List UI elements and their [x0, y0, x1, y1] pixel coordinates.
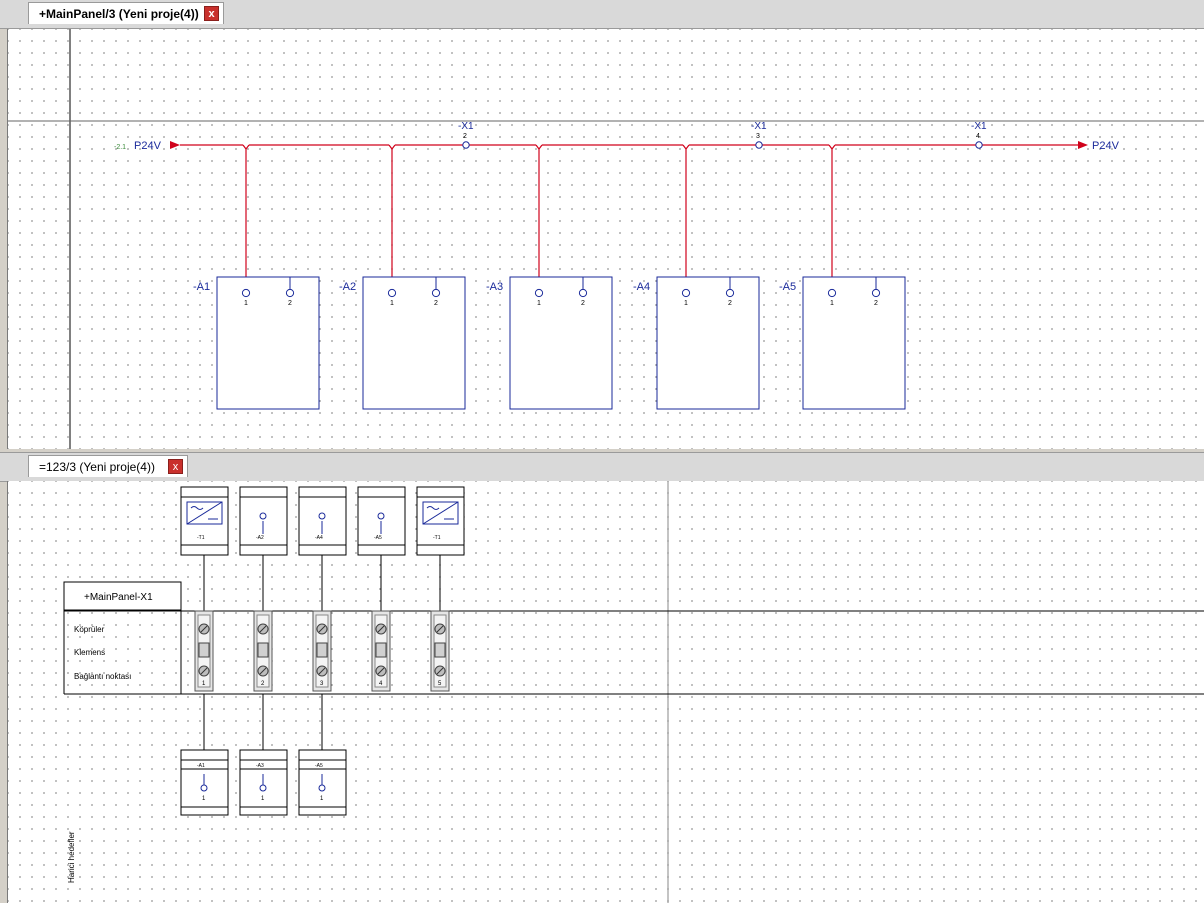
terminal-number: 2	[463, 133, 467, 140]
device-box[interactable]	[802, 276, 906, 410]
top-tab-bar: +MainPanel/3 (Yeni proje(4)) x	[0, 0, 1204, 29]
terminal-name: -X1	[971, 121, 987, 132]
pin-number: 2	[728, 300, 732, 307]
pin-number: 1	[537, 300, 541, 307]
device-name: -A5	[779, 281, 796, 293]
terminal-symbol[interactable]	[755, 141, 763, 149]
device-name: -A3	[486, 281, 503, 293]
target-name: -A4	[315, 535, 323, 541]
external-targets-label: Harici hedefler	[67, 831, 76, 883]
row-label-bridges: Köprüler	[74, 625, 105, 634]
terminal-number: 4	[976, 133, 980, 140]
target-name: -A2	[256, 535, 264, 541]
schematic-pane[interactable]: -2.1 P24V P24V -X1 2 -X1 3 -X1 4 -A1 1 2 -A2 1 2 -A3…	[7, 29, 1204, 449]
device-name: -A2	[339, 281, 356, 293]
terminal-strip-canvas[interactable]: +MainPanel-X1 Köprüler Klemens Bağlantı …	[8, 481, 1204, 903]
clamp-icon	[257, 642, 269, 658]
device-box[interactable]	[656, 276, 760, 410]
terminal-symbol[interactable]	[975, 141, 983, 149]
row-label-terminals: Klemens	[74, 648, 105, 657]
pin-number: 1	[390, 300, 394, 307]
target-potential-label: P24V	[1092, 140, 1120, 152]
target-name: -A5	[374, 535, 382, 541]
device-box[interactable]	[362, 276, 466, 410]
clamp-icon	[375, 642, 387, 658]
device-pin[interactable]	[578, 288, 588, 298]
wire-junction	[535, 144, 543, 150]
crossref-text: -2.1	[114, 144, 126, 151]
device-pin[interactable]	[871, 288, 881, 298]
bottom-tab-bar: =123/3 (Yeni proje(4)) x	[0, 452, 1204, 482]
device-pin[interactable]	[387, 288, 397, 298]
target-name: -A3	[256, 763, 264, 769]
device-pin[interactable]	[241, 288, 251, 298]
pin-number: 1	[830, 300, 834, 307]
pin-number: 1	[244, 300, 248, 307]
close-icon[interactable]: x	[204, 6, 219, 21]
terminal-name: -X1	[458, 121, 474, 132]
device-box[interactable]	[509, 276, 613, 410]
target-name: -T1	[197, 535, 205, 541]
target-pin	[318, 512, 326, 520]
tab-mainpanel[interactable]: +MainPanel/3 (Yeni proje(4)) x	[28, 2, 224, 24]
pin-number: 2	[434, 300, 438, 307]
pin-number: 2	[874, 300, 878, 307]
target-pin	[377, 512, 385, 520]
device-pin[interactable]	[534, 288, 544, 298]
tab-123[interactable]: =123/3 (Yeni proje(4)) x	[28, 455, 188, 477]
terminal-name: -X1	[751, 121, 767, 132]
wire-junction	[828, 144, 836, 150]
clamp-icon	[198, 642, 210, 658]
target-arrow	[1078, 141, 1088, 149]
target-name: -A1	[197, 763, 205, 769]
target-pin	[200, 784, 208, 792]
device-pin[interactable]	[827, 288, 837, 298]
wire-junction	[682, 144, 690, 150]
target-pin	[259, 512, 267, 520]
target-name: -A5	[315, 763, 323, 769]
source-potential-label: P24V	[134, 140, 162, 152]
device-name: -A4	[633, 281, 650, 293]
device-pin[interactable]	[285, 288, 295, 298]
pin-number: 2	[288, 300, 292, 307]
device-name: -A1	[193, 281, 210, 293]
clamp-icon	[434, 642, 446, 658]
terminal-symbol[interactable]	[462, 141, 470, 149]
wire-junction	[388, 144, 396, 150]
schematic-canvas[interactable]: -2.1 P24V P24V -X12-X13-X14-A11 2-A21 2-A3…	[8, 29, 1204, 449]
strip-title: +MainPanel-X1	[84, 592, 153, 603]
device-pin[interactable]	[431, 288, 441, 298]
clamp-icon	[316, 642, 328, 658]
device-box[interactable]	[216, 276, 320, 410]
wire-junction	[242, 144, 250, 150]
target-name: -T1	[433, 535, 441, 541]
source-arrow	[170, 141, 180, 149]
terminal-strip-pane[interactable]: +MainPanel-X1 Köprüler Klemens Bağlantı …	[7, 481, 1204, 903]
target-pin	[259, 784, 267, 792]
target-pin	[318, 784, 326, 792]
device-pin[interactable]	[725, 288, 735, 298]
device-pin[interactable]	[681, 288, 691, 298]
pin-number: 1	[684, 300, 688, 307]
terminal-number: 3	[756, 133, 760, 140]
row-label-connection: Bağlantı noktası	[74, 672, 131, 681]
pin-number: 2	[581, 300, 585, 307]
close-icon[interactable]: x	[168, 459, 183, 474]
